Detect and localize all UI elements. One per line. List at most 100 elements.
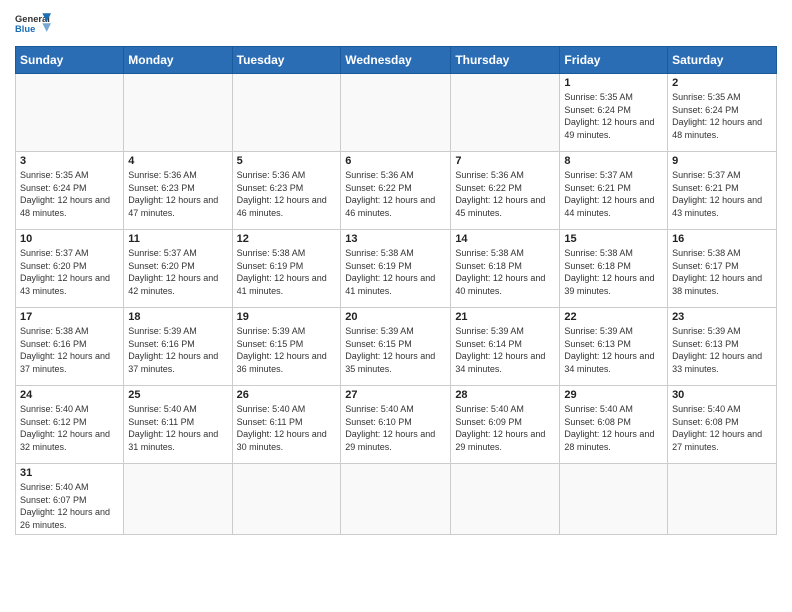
- weekday-header-sunday: Sunday: [16, 47, 124, 74]
- day-number: 11: [128, 233, 227, 245]
- day-number: 14: [455, 233, 555, 245]
- day-number: 9: [672, 155, 772, 167]
- weekday-header-thursday: Thursday: [451, 47, 560, 74]
- day-number: 6: [345, 155, 446, 167]
- calendar-cell: 8 Sunrise: 5:37 AMSunset: 6:21 PMDaylight…: [560, 152, 668, 230]
- day-number: 3: [20, 155, 119, 167]
- day-info: Sunrise: 5:35 AMSunset: 6:24 PMDaylight:…: [564, 91, 663, 141]
- calendar-cell: 22Sunrise: 5:39 AMSunset: 6:13 PMDayligh…: [560, 308, 668, 386]
- day-info: Sunrise: 5:37 AMSunset: 6:21 PMDaylight:…: [672, 169, 772, 219]
- logo: General Blue: [15, 10, 51, 38]
- day-info: Sunrise: 5:35 AMSunset: 6:24 PMDaylight:…: [20, 169, 119, 219]
- calendar-cell: 24Sunrise: 5:40 AMSunset: 6:12 PMDayligh…: [16, 386, 124, 464]
- calendar-cell: 14 Sunrise: 5:38 AMSunset: 6:18 PMDayligh…: [451, 230, 560, 308]
- calendar-cell: 13Sunrise: 5:38 AMSunset: 6:19 PMDayligh…: [341, 230, 451, 308]
- day-number: 10: [20, 233, 119, 245]
- calendar-cell: 27Sunrise: 5:40 AMSunset: 6:10 PMDayligh…: [341, 386, 451, 464]
- day-info: Sunrise: 5:38 AMSunset: 6:17 PMDaylight:…: [672, 247, 772, 297]
- calendar-week-6: 31Sunrise: 5:40 AMSunset: 6:07 PMDayligh…: [16, 464, 777, 535]
- calendar-cell: [341, 464, 451, 535]
- day-number: 2: [672, 77, 772, 89]
- day-number: 30: [672, 389, 772, 401]
- weekday-header-friday: Friday: [560, 47, 668, 74]
- calendar-cell: 4 Sunrise: 5:36 AMSunset: 6:23 PMDaylight…: [124, 152, 232, 230]
- day-info: Sunrise: 5:36 AMSunset: 6:23 PMDaylight:…: [128, 169, 227, 219]
- day-number: 26: [237, 389, 337, 401]
- day-number: 19: [237, 311, 337, 323]
- day-info: Sunrise: 5:40 AMSunset: 6:11 PMDaylight:…: [128, 403, 227, 453]
- calendar-cell: 11 Sunrise: 5:37 AMSunset: 6:20 PMDayligh…: [124, 230, 232, 308]
- calendar-cell: 26 Sunrise: 5:40 AMSunset: 6:11 PMDayligh…: [232, 386, 341, 464]
- calendar-cell: 31Sunrise: 5:40 AMSunset: 6:07 PMDayligh…: [16, 464, 124, 535]
- calendar-week-1: 1 Sunrise: 5:35 AMSunset: 6:24 PMDaylight…: [16, 74, 777, 152]
- calendar-cell: 20Sunrise: 5:39 AMSunset: 6:15 PMDayligh…: [341, 308, 451, 386]
- day-info: Sunrise: 5:38 AMSunset: 6:19 PMDaylight:…: [345, 247, 446, 297]
- day-number: 28: [455, 389, 555, 401]
- day-number: 23: [672, 311, 772, 323]
- day-info: Sunrise: 5:36 AMSunset: 6:23 PMDaylight:…: [237, 169, 337, 219]
- calendar-cell: 2 Sunrise: 5:35 AMSunset: 6:24 PMDaylight…: [668, 74, 777, 152]
- day-info: Sunrise: 5:37 AMSunset: 6:20 PMDaylight:…: [20, 247, 119, 297]
- weekday-header-row: SundayMondayTuesdayWednesdayThursdayFrid…: [16, 47, 777, 74]
- calendar-cell: [451, 74, 560, 152]
- day-info: Sunrise: 5:39 AMSunset: 6:13 PMDaylight:…: [672, 325, 772, 375]
- day-number: 8: [564, 155, 663, 167]
- calendar-week-2: 3 Sunrise: 5:35 AMSunset: 6:24 PMDaylight…: [16, 152, 777, 230]
- day-number: 5: [237, 155, 337, 167]
- day-number: 17: [20, 311, 119, 323]
- day-info: Sunrise: 5:40 AMSunset: 6:11 PMDaylight:…: [237, 403, 337, 453]
- day-info: Sunrise: 5:36 AMSunset: 6:22 PMDaylight:…: [455, 169, 555, 219]
- calendar-cell: [124, 74, 232, 152]
- generalblue-logo-icon: General Blue: [15, 10, 51, 38]
- day-info: Sunrise: 5:37 AMSunset: 6:21 PMDaylight:…: [564, 169, 663, 219]
- day-number: 7: [455, 155, 555, 167]
- calendar-cell: 1 Sunrise: 5:35 AMSunset: 6:24 PMDaylight…: [560, 74, 668, 152]
- day-number: 20: [345, 311, 446, 323]
- weekday-header-saturday: Saturday: [668, 47, 777, 74]
- calendar-cell: 25 Sunrise: 5:40 AMSunset: 6:11 PMDayligh…: [124, 386, 232, 464]
- day-info: Sunrise: 5:37 AMSunset: 6:20 PMDaylight:…: [128, 247, 227, 297]
- calendar-cell: [668, 464, 777, 535]
- calendar-cell: [341, 74, 451, 152]
- calendar-cell: 3 Sunrise: 5:35 AMSunset: 6:24 PMDaylight…: [16, 152, 124, 230]
- day-number: 24: [20, 389, 119, 401]
- day-number: 4: [128, 155, 227, 167]
- calendar-cell: 10 Sunrise: 5:37 AMSunset: 6:20 PMDayligh…: [16, 230, 124, 308]
- day-number: 29: [564, 389, 663, 401]
- calendar-cell: 15 Sunrise: 5:38 AMSunset: 6:18 PMDayligh…: [560, 230, 668, 308]
- calendar-cell: [232, 74, 341, 152]
- day-info: Sunrise: 5:38 AMSunset: 6:16 PMDaylight:…: [20, 325, 119, 375]
- weekday-header-tuesday: Tuesday: [232, 47, 341, 74]
- calendar-cell: [451, 464, 560, 535]
- calendar-cell: 29 Sunrise: 5:40 AMSunset: 6:08 PMDayligh…: [560, 386, 668, 464]
- day-info: Sunrise: 5:39 AMSunset: 6:13 PMDaylight:…: [564, 325, 663, 375]
- day-number: 25: [128, 389, 227, 401]
- day-info: Sunrise: 5:35 AMSunset: 6:24 PMDaylight:…: [672, 91, 772, 141]
- day-info: Sunrise: 5:39 AMSunset: 6:14 PMDaylight:…: [455, 325, 555, 375]
- calendar-week-4: 17 Sunrise: 5:38 AMSunset: 6:16 PMDayligh…: [16, 308, 777, 386]
- calendar-cell: [16, 74, 124, 152]
- day-number: 18: [128, 311, 227, 323]
- calendar-cell: 9 Sunrise: 5:37 AMSunset: 6:21 PMDaylight…: [668, 152, 777, 230]
- calendar-cell: 12Sunrise: 5:38 AMSunset: 6:19 PMDayligh…: [232, 230, 341, 308]
- day-number: 1: [564, 77, 663, 89]
- day-number: 21: [455, 311, 555, 323]
- day-number: 31: [20, 467, 119, 479]
- calendar-cell: 19Sunrise: 5:39 AMSunset: 6:15 PMDayligh…: [232, 308, 341, 386]
- calendar-cell: [560, 464, 668, 535]
- day-number: 15: [564, 233, 663, 245]
- day-info: Sunrise: 5:40 AMSunset: 6:10 PMDaylight:…: [345, 403, 446, 453]
- calendar-cell: 18Sunrise: 5:39 AMSunset: 6:16 PMDayligh…: [124, 308, 232, 386]
- day-number: 16: [672, 233, 772, 245]
- calendar-cell: [124, 464, 232, 535]
- weekday-header-wednesday: Wednesday: [341, 47, 451, 74]
- calendar-week-3: 10 Sunrise: 5:37 AMSunset: 6:20 PMDayligh…: [16, 230, 777, 308]
- calendar-week-5: 24Sunrise: 5:40 AMSunset: 6:12 PMDayligh…: [16, 386, 777, 464]
- day-info: Sunrise: 5:40 AMSunset: 6:08 PMDaylight:…: [564, 403, 663, 453]
- calendar-cell: 6 Sunrise: 5:36 AMSunset: 6:22 PMDaylight…: [341, 152, 451, 230]
- day-info: Sunrise: 5:38 AMSunset: 6:18 PMDaylight:…: [564, 247, 663, 297]
- day-info: Sunrise: 5:36 AMSunset: 6:22 PMDaylight:…: [345, 169, 446, 219]
- calendar-cell: 17 Sunrise: 5:38 AMSunset: 6:16 PMDayligh…: [16, 308, 124, 386]
- weekday-header-monday: Monday: [124, 47, 232, 74]
- day-info: Sunrise: 5:38 AMSunset: 6:18 PMDaylight:…: [455, 247, 555, 297]
